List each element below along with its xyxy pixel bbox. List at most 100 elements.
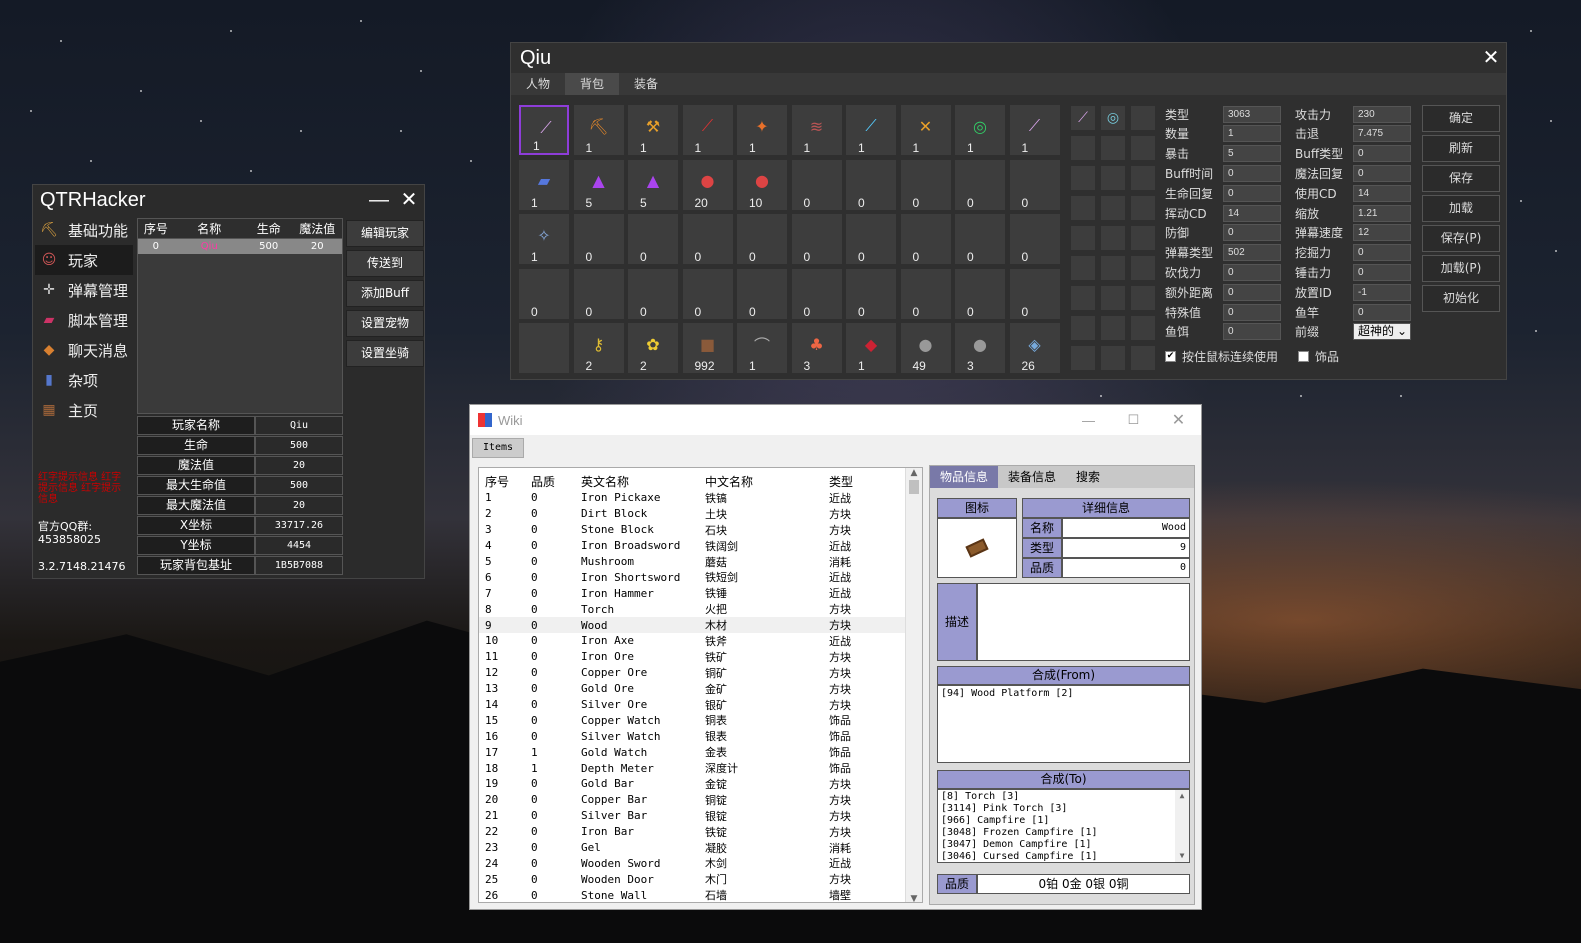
close-button[interactable]: ✕ (394, 185, 424, 215)
sidebar-item-5[interactable]: ▮ 杂项 (35, 365, 133, 395)
table-row[interactable]: 3 0 Stone Block 石块 方块 (479, 522, 922, 538)
equipment-slot[interactable] (1071, 346, 1095, 370)
tab-2[interactable]: 装备 (619, 73, 673, 95)
inventory-slot[interactable]: 0 (900, 159, 951, 210)
scroll-thumb[interactable] (909, 480, 919, 494)
equipment-slot[interactable] (1071, 166, 1095, 190)
equipment-slot[interactable] (1131, 166, 1155, 190)
equipment-slot[interactable] (1071, 136, 1095, 160)
table-row[interactable]: 24 0 Wooden Sword 木剑 近战 (479, 855, 922, 871)
inventory-slot[interactable]: 0 (628, 268, 678, 319)
inventory-slot[interactable]: ⚷ 2 (573, 323, 624, 373)
inventory-slot[interactable]: 0 (682, 214, 733, 264)
table-row[interactable]: 12 0 Copper Ore 铜矿 方块 (479, 665, 922, 681)
equipment-slot[interactable]: ◎ (1101, 106, 1125, 130)
prop-input[interactable]: 12 (1353, 224, 1411, 242)
prop-input[interactable]: 3063 (1223, 105, 1281, 123)
inventory-slot[interactable]: ▲ 5 (573, 159, 624, 210)
inventory-slot[interactable]: 0 (846, 159, 896, 210)
inventory-slot[interactable] (519, 323, 569, 373)
table-row[interactable]: 19 0 Gold Bar 金锭 方块 (479, 776, 922, 792)
inventory-slot[interactable]: ● 20 (682, 159, 733, 210)
equipment-slot[interactable] (1101, 226, 1125, 250)
teleport-button[interactable]: 传送到 (346, 250, 424, 277)
prop-input[interactable]: 0 (1223, 224, 1281, 242)
prop-input[interactable]: 0 (1353, 303, 1411, 321)
inventory-slot[interactable]: 0 (846, 268, 896, 319)
table-row[interactable]: 26 0 Stone Wall 石墙 墙壁 (479, 887, 922, 902)
table-row[interactable]: 8 0 Torch 火把 方块 (479, 601, 922, 617)
equipment-slot[interactable] (1071, 226, 1095, 250)
inventory-slot[interactable]: 0 (1009, 268, 1060, 319)
inventory-slot[interactable]: 0 (573, 214, 624, 264)
list-item[interactable]: [8] Torch [3] (941, 791, 1186, 803)
load-p-button[interactable]: 加载(P) (1422, 255, 1500, 282)
table-row[interactable]: 4 0 Iron Broadsword 铁阔剑 近战 (479, 538, 922, 554)
table-row[interactable]: 15 0 Copper Watch 铜表 饰品 (479, 712, 922, 728)
inventory-slot[interactable]: ⌒ 1 (737, 323, 787, 373)
desc-box[interactable] (977, 583, 1190, 661)
prop-input[interactable]: 1 (1223, 125, 1281, 143)
equipment-slot[interactable] (1131, 196, 1155, 220)
col-name[interactable]: 名称 (174, 220, 245, 237)
inventory-slot[interactable]: ▰ 1 (519, 159, 569, 210)
inventory-slot[interactable]: 0 (682, 268, 733, 319)
table-row[interactable]: 25 0 Wooden Door 木门 方块 (479, 871, 922, 887)
prop-input[interactable]: 0 (1223, 323, 1281, 341)
inventory-slot[interactable]: ⚒ 1 (628, 105, 678, 155)
grid-row[interactable]: 0 Qiu 500 20 (138, 239, 342, 254)
inventory-slot[interactable]: ✧ 1 (519, 214, 569, 264)
table-row[interactable]: 13 0 Gold Ore 金矿 方块 (479, 681, 922, 697)
inventory-slot[interactable]: ⟋ 1 (682, 105, 733, 155)
tab-0[interactable]: 人物 (511, 73, 565, 95)
prop-input[interactable]: 0 (1223, 263, 1281, 281)
prop-input[interactable]: 502 (1223, 244, 1281, 262)
table-row[interactable]: 11 0 Iron Ore 铁矿 方块 (479, 649, 922, 665)
prop-input[interactable]: 0 (1223, 303, 1281, 321)
prop-input[interactable]: 230 (1353, 105, 1411, 123)
refresh-button[interactable]: 刷新 (1422, 135, 1500, 162)
equipment-slot[interactable] (1071, 196, 1095, 220)
list-item[interactable]: [3048] Frozen Campfire [1] (941, 827, 1186, 839)
equipment-slot[interactable] (1101, 256, 1125, 280)
title-bar[interactable]: Wiki — ☐ ✕ (470, 405, 1201, 435)
equipment-slot[interactable] (1101, 136, 1125, 160)
equipment-slot[interactable] (1071, 286, 1095, 310)
equipment-slot[interactable] (1071, 316, 1095, 340)
prop-input[interactable]: 7.475 (1353, 125, 1411, 143)
table-row[interactable]: 21 0 Silver Bar 银锭 方块 (479, 808, 922, 824)
inventory-slot[interactable]: 0 (900, 214, 951, 264)
equipment-slot[interactable] (1131, 136, 1155, 160)
prop-input[interactable]: 5 (1223, 145, 1281, 163)
inventory-slot[interactable]: ◆ 1 (846, 323, 896, 373)
prop-input[interactable]: 0 (1353, 145, 1411, 163)
table-row[interactable]: 23 0 Gel 凝胶 消耗 (479, 840, 922, 856)
col-chinese-name[interactable]: 中文名称 (701, 473, 825, 490)
equipment-slot[interactable] (1101, 316, 1125, 340)
minimize-button[interactable]: — (1066, 413, 1111, 428)
scroll-down-icon[interactable]: ▼ (906, 894, 922, 902)
list-item[interactable]: [94] Wood Platform [2] (941, 688, 1186, 700)
equipment-slot[interactable] (1071, 256, 1095, 280)
tab-2[interactable]: 搜索 (1066, 466, 1110, 488)
table-row[interactable]: 1 0 Iron Pickaxe 铁镐 近战 (479, 490, 922, 506)
inventory-slot[interactable]: 0 (846, 214, 896, 264)
sidebar-item-1[interactable]: ☺ 玩家 (35, 245, 133, 275)
table-row[interactable]: 22 0 Iron Bar 铁锭 方块 (479, 824, 922, 840)
list-item[interactable]: [966] Campfire [1] (941, 815, 1186, 827)
inventory-slot[interactable]: 0 (900, 268, 951, 319)
table-row[interactable]: 2 0 Dirt Block 土块 方块 (479, 506, 922, 522)
inventory-slot[interactable]: 0 (628, 214, 678, 264)
title-bar[interactable]: Qiu ✕ (511, 43, 1506, 73)
inventory-slot[interactable]: ⛏ 1 (573, 105, 624, 155)
tab-0[interactable]: 物品信息 (930, 466, 999, 488)
equipment-slot[interactable] (1101, 166, 1125, 190)
sidebar-item-4[interactable]: ◆ 聊天消息 (35, 335, 133, 365)
inventory-slot[interactable]: ✦ 1 (737, 105, 787, 155)
prop-input[interactable]: 0 (1223, 184, 1281, 202)
sidebar-item-6[interactable]: ▦ 主页 (35, 395, 133, 425)
inventory-slot[interactable]: ⟋ 1 (846, 105, 896, 155)
table-row[interactable]: 14 0 Silver Ore 银矿 方块 (479, 697, 922, 713)
table-row[interactable]: 7 0 Iron Hammer 铁锤 近战 (479, 585, 922, 601)
prop-input[interactable]: 0 (1353, 263, 1411, 281)
